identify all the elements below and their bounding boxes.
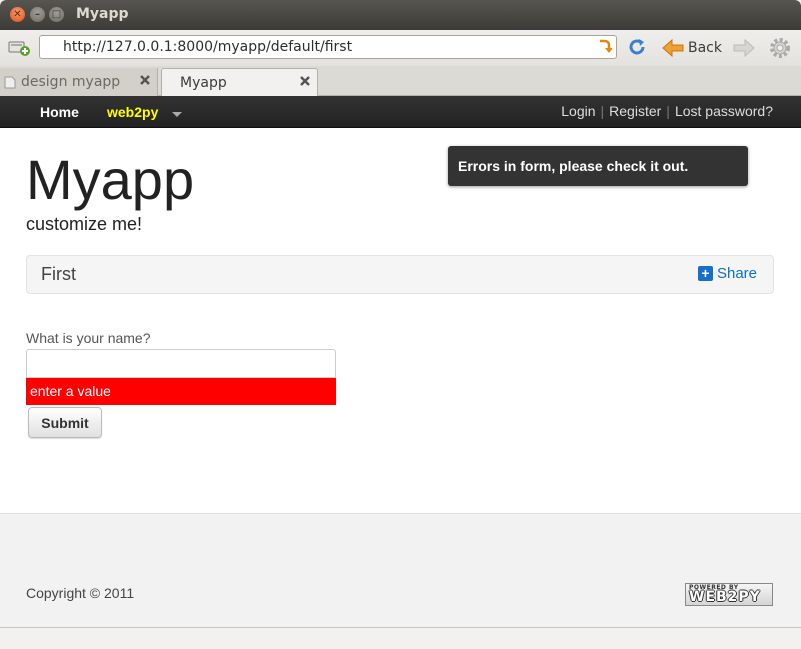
title-bar: ✕ – □ Myapp xyxy=(0,0,801,30)
nav-home-link[interactable]: Home xyxy=(40,104,79,120)
field-error-message: enter a value xyxy=(26,378,336,405)
tab-myapp[interactable]: Myapp xyxy=(161,68,318,97)
separator: | xyxy=(600,103,605,119)
close-window-icon[interactable]: ✕ xyxy=(10,7,25,22)
site-navbar: Home web2py Login | Register | Lost password… xyxy=(0,96,801,128)
page-title: First xyxy=(41,264,76,284)
share-button[interactable]: + Share xyxy=(697,265,757,282)
register-link[interactable]: Register xyxy=(609,103,661,119)
nav-brand-link[interactable]: web2py xyxy=(107,104,158,120)
gear-icon[interactable] xyxy=(768,36,792,60)
flash-message[interactable]: Errors in form, please check it out. xyxy=(448,146,748,186)
copyright-text: Copyright © 2011 xyxy=(26,585,135,601)
dropdown-caret-icon[interactable] xyxy=(172,112,182,117)
login-link[interactable]: Login xyxy=(561,103,595,119)
app-title: Myapp xyxy=(26,148,195,211)
submit-button[interactable]: Submit xyxy=(28,407,102,438)
close-tab-icon[interactable] xyxy=(139,74,151,86)
status-bar xyxy=(0,627,801,649)
footer: Copyright © 2011 POWERED BY WEB2PY xyxy=(0,513,801,628)
share-label: Share xyxy=(716,265,757,282)
url-text[interactable]: http://127.0.0.1:8000/myapp/default/firs… xyxy=(63,39,352,55)
back-button[interactable]: Back xyxy=(662,37,722,59)
name-field-label: What is your name? xyxy=(26,330,151,346)
minimize-window-icon[interactable]: – xyxy=(30,7,45,22)
web2py-logo-text: WEB2PY xyxy=(689,589,761,605)
tab-label: Myapp xyxy=(180,75,227,91)
back-arrow-icon xyxy=(662,39,684,57)
back-label: Back xyxy=(688,40,722,56)
name-input[interactable] xyxy=(26,349,336,378)
powered-by-web2py-badge[interactable]: POWERED BY WEB2PY xyxy=(685,583,773,606)
page-header: First + Share xyxy=(26,255,774,294)
plus-icon: + xyxy=(697,266,713,281)
window-title: Myapp xyxy=(76,6,129,22)
new-bookmark-icon[interactable] xyxy=(8,39,30,56)
browser-window: ✕ – □ Myapp http://127.0.0.1:8000/myapp/… xyxy=(0,0,801,649)
go-arrow-icon[interactable] xyxy=(598,39,612,55)
reload-icon[interactable] xyxy=(627,37,647,57)
navigation-toolbar: http://127.0.0.1:8000/myapp/default/firs… xyxy=(0,30,801,66)
close-tab-icon[interactable] xyxy=(299,75,311,87)
forward-arrow-icon[interactable] xyxy=(733,39,755,57)
page-content: Home web2py Login | Register | Lost password… xyxy=(0,96,801,649)
tab-label: design myapp xyxy=(21,74,121,90)
tab-bar: design myapp Myapp xyxy=(0,66,801,97)
maximize-window-icon[interactable]: □ xyxy=(49,7,64,22)
separator: | xyxy=(666,103,670,119)
lost-password-link[interactable]: Lost password? xyxy=(675,103,773,119)
url-bar[interactable]: http://127.0.0.1:8000/myapp/default/firs… xyxy=(39,35,617,59)
app-subtitle: customize me! xyxy=(26,214,143,234)
document-icon xyxy=(4,76,16,89)
auth-links: Login | Register | Lost password? xyxy=(561,103,773,119)
tab-design-myapp[interactable]: design myapp xyxy=(0,68,158,96)
